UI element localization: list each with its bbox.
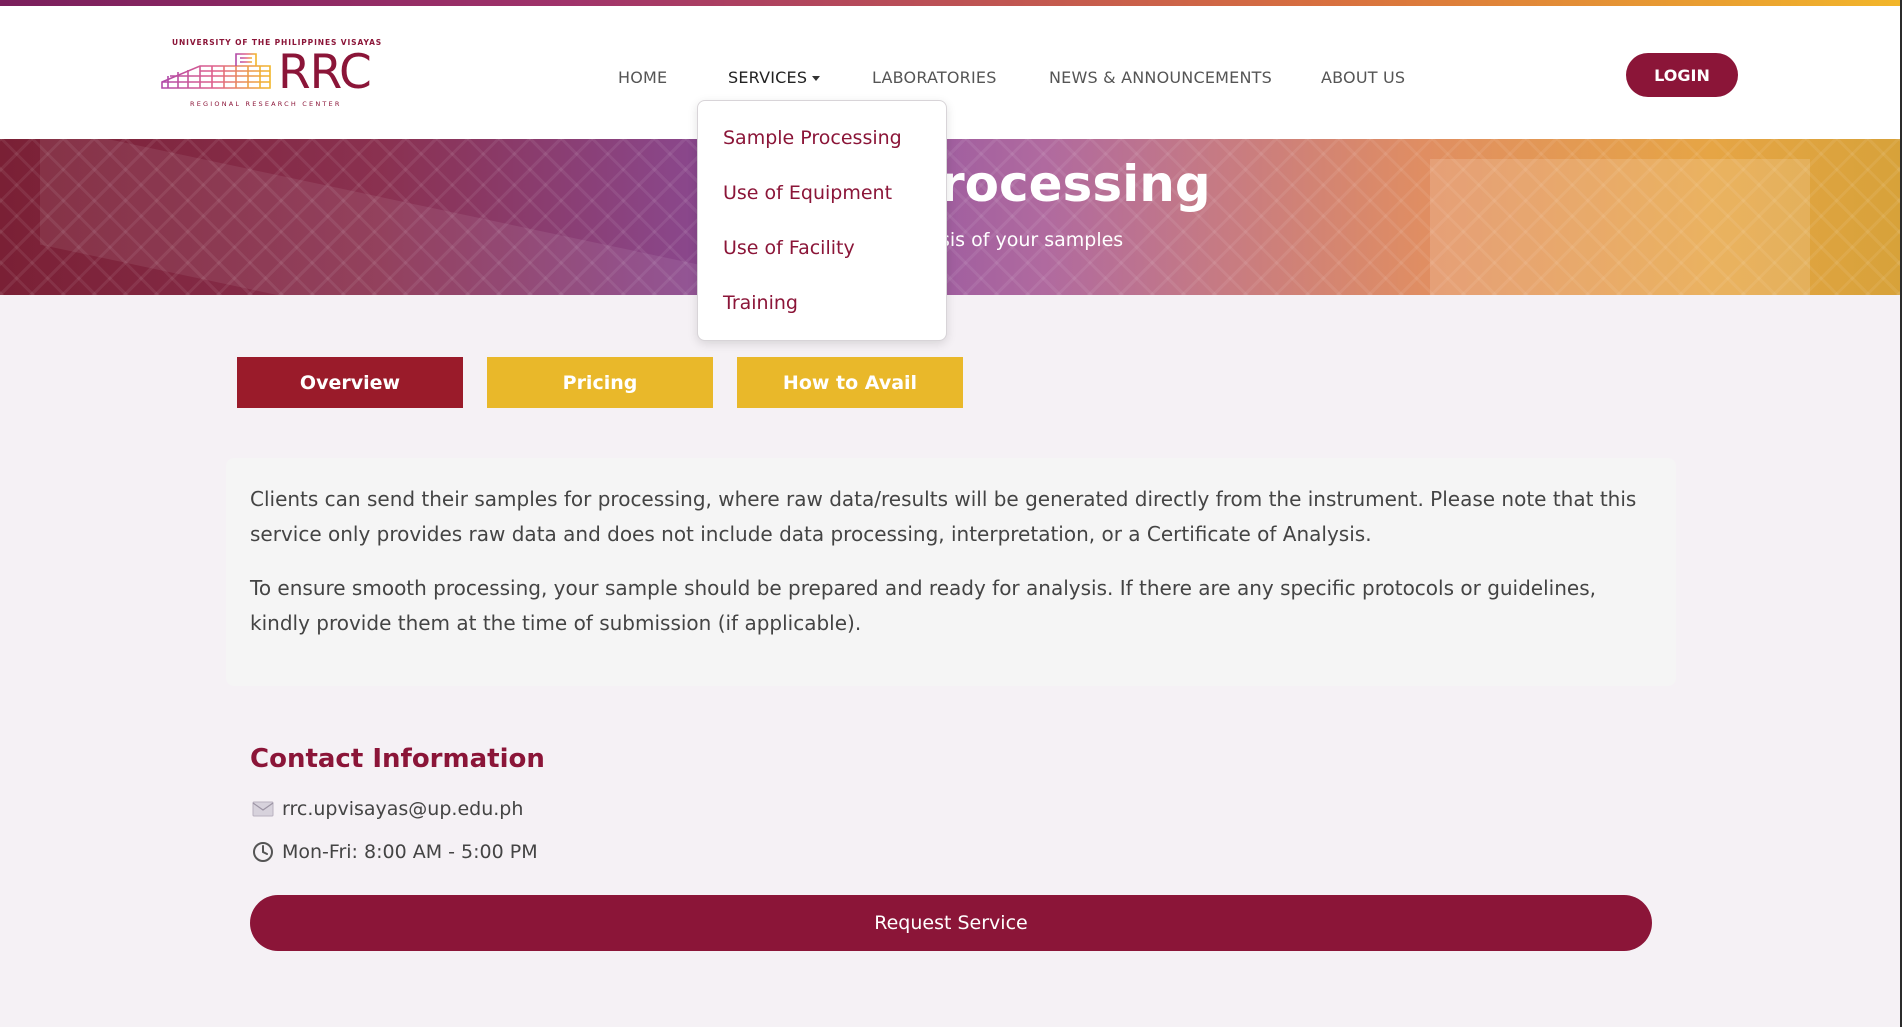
menu-item-sample-processing[interactable]: Sample Processing [723,127,902,149]
logo-center-text: REGIONAL RESEARCH CENTER [190,100,342,108]
contact-email-row: rrc.upvisayas@up.edu.ph [252,798,523,820]
page: UNIVERSITY OF THE PHILIPPINES VISAYAS RR… [0,0,1900,1027]
menu-item-training[interactable]: Training [723,292,798,314]
tab-how-to-avail[interactable]: How to Avail [737,357,963,408]
nav-home[interactable]: HOME [618,68,667,87]
caret-down-icon [812,76,821,81]
contact-email[interactable]: rrc.upvisayas@up.edu.ph [282,798,523,820]
overview-paragraph-1: Clients can send their samples for proce… [250,487,1637,546]
hero-background-shape [40,139,740,295]
nav-laboratories[interactable]: LABORATORIES [872,68,997,87]
menu-item-use-of-equipment[interactable]: Use of Equipment [723,182,892,204]
login-button[interactable]: LOGIN [1626,53,1738,97]
hero-title: rocessing [940,155,1211,213]
logo-rrc-text: RRC [278,45,372,100]
clock-icon [253,842,273,862]
nav-services[interactable]: SERVICES [728,68,821,87]
overview-paragraph-2: To ensure smooth processing, your sample… [250,576,1596,635]
request-service-button[interactable]: Request Service [250,895,1652,951]
contact-hours-row: Mon-Fri: 8:00 AM - 5:00 PM [252,841,538,863]
hero-subtitle: sis of your samples [940,229,1124,251]
envelope-icon [252,801,274,817]
nav-about-us[interactable]: ABOUT US [1321,68,1405,87]
services-dropdown-menu: Sample Processing Use of Equipment Use o… [697,100,947,341]
menu-item-use-of-facility[interactable]: Use of Facility [723,237,855,259]
hero-background-shape [1430,159,1810,295]
contact-information-heading: Contact Information [250,744,545,774]
tab-pricing[interactable]: Pricing [487,357,713,408]
contact-hours: Mon-Fri: 8:00 AM - 5:00 PM [282,841,538,863]
tab-overview[interactable]: Overview [237,357,463,408]
navbar: UNIVERSITY OF THE PHILIPPINES VISAYAS RR… [0,6,1900,139]
nav-news-announcements[interactable]: NEWS & ANNOUNCEMENTS [1049,68,1272,87]
building-logo-icon [161,53,271,89]
overview-content-card: Clients can send their samples for proce… [226,458,1676,686]
nav-services-label: SERVICES [728,68,808,87]
rrc-logo[interactable]: UNIVERSITY OF THE PHILIPPINES VISAYAS RR… [160,34,381,110]
hero-banner: rocessing sis of your samples [0,139,1900,295]
